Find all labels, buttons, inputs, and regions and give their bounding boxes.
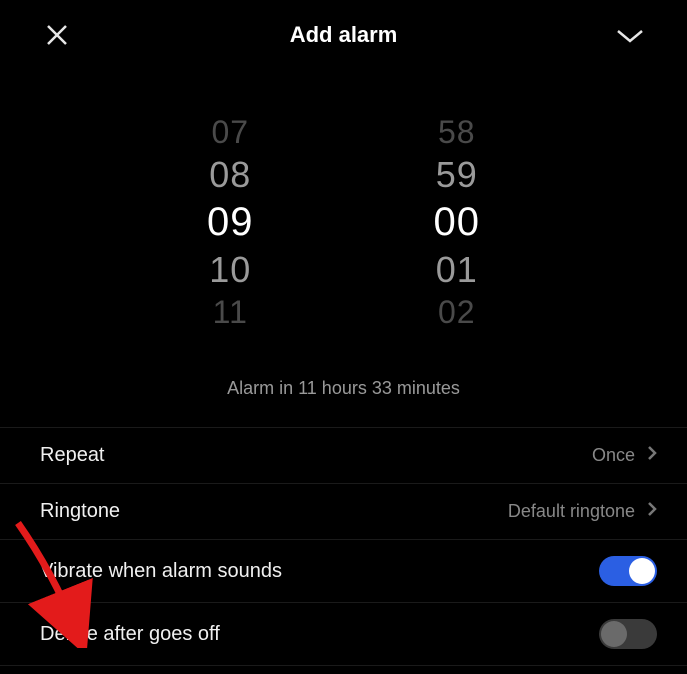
- delete-toggle[interactable]: [599, 619, 657, 649]
- hour-wheel[interactable]: 07 08 09 10 11: [207, 112, 254, 332]
- countdown-text: Alarm in 11 hours 33 minutes: [0, 378, 687, 399]
- hour-minus2: 07: [211, 112, 249, 152]
- vibrate-row: Vibrate when alarm sounds: [0, 539, 687, 602]
- delete-row: Delete after goes off: [0, 602, 687, 665]
- ringtone-value: Default ringtone: [508, 501, 635, 522]
- vibrate-toggle[interactable]: [599, 556, 657, 586]
- vibrate-label: Vibrate when alarm sounds: [40, 560, 282, 583]
- ringtone-row[interactable]: Ringtone Default ringtone: [0, 483, 687, 539]
- hour-plus2: 11: [213, 292, 248, 332]
- page-title: Add alarm: [290, 22, 398, 48]
- close-icon[interactable]: [40, 18, 74, 52]
- hour-selected: 09: [207, 197, 254, 247]
- hour-minus1: 08: [209, 152, 251, 197]
- minute-wheel[interactable]: 58 59 00 01 02: [434, 112, 481, 332]
- repeat-label: Repeat: [40, 444, 105, 467]
- minute-plus1: 01: [436, 247, 478, 292]
- confirm-icon[interactable]: [613, 18, 647, 52]
- ringtone-label: Ringtone: [40, 500, 120, 523]
- minute-minus2: 58: [438, 112, 476, 152]
- delete-label: Delete after goes off: [40, 623, 220, 646]
- label-row: Label: [0, 665, 687, 674]
- chevron-right-icon: [647, 445, 657, 466]
- minute-plus2: 02: [438, 292, 476, 332]
- repeat-row[interactable]: Repeat Once: [0, 427, 687, 483]
- minute-selected: 00: [434, 197, 481, 247]
- hour-plus1: 10: [209, 247, 251, 292]
- chevron-right-icon: [647, 501, 657, 522]
- repeat-value: Once: [592, 445, 635, 466]
- time-picker: 07 08 09 10 11 58 59 00 01 02: [0, 112, 687, 332]
- minute-minus1: 59: [436, 152, 478, 197]
